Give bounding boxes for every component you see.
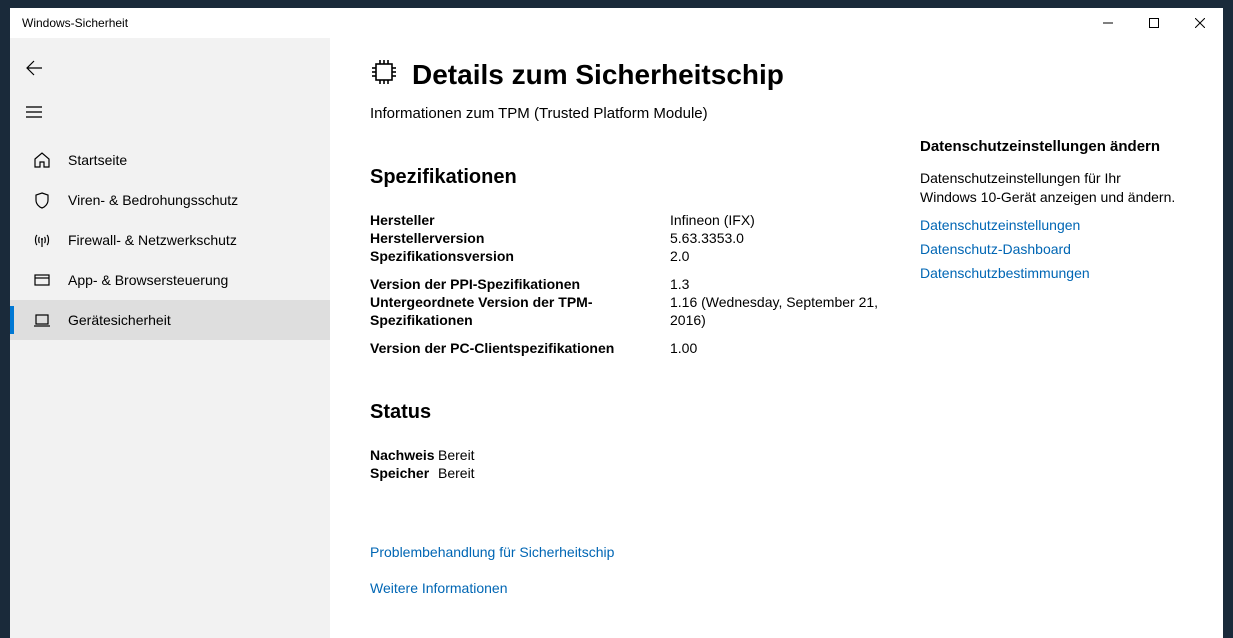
close-button[interactable] bbox=[1177, 8, 1223, 38]
spec-val: 1.3 bbox=[670, 275, 689, 293]
privacy-dashboard-link[interactable]: Datenschutz-Dashboard bbox=[920, 241, 1180, 257]
sidebar-item-home[interactable]: Startseite bbox=[10, 140, 330, 180]
spec-row: Untergeordnete Version der TPM-Spezifika… bbox=[370, 293, 900, 329]
status-val: Bereit bbox=[438, 464, 475, 482]
page-header: Details zum Sicherheitschip bbox=[370, 58, 900, 91]
sidebar-item-devicesecurity[interactable]: Gerätesicherheit bbox=[10, 300, 330, 340]
hamburger-button[interactable] bbox=[14, 94, 54, 130]
troubleshoot-link[interactable]: Problembehandlung für Sicherheitschip bbox=[370, 544, 900, 560]
main-column: Details zum Sicherheitschip Informatione… bbox=[370, 58, 900, 638]
sidebar-item-label: Gerätesicherheit bbox=[68, 312, 171, 328]
page-title: Details zum Sicherheitschip bbox=[412, 59, 784, 91]
close-icon bbox=[1195, 18, 1205, 28]
nav-list: Startseite Viren- & Bedrohungsschutz Fir… bbox=[10, 140, 330, 340]
hamburger-icon bbox=[26, 104, 42, 120]
aside-links: Datenschutzeinstellungen Datenschutz-Das… bbox=[920, 217, 1180, 281]
spec-key: Version der PC-Clientspezifikationen bbox=[370, 339, 670, 357]
page-subtitle: Informationen zum TPM (Trusted Platform … bbox=[370, 105, 900, 122]
app-browser-icon bbox=[32, 270, 52, 290]
maximize-button[interactable] bbox=[1131, 8, 1177, 38]
status-row: NachweisBereit bbox=[370, 446, 900, 464]
spec-key: Hersteller bbox=[370, 211, 670, 229]
privacy-policy-link[interactable]: Datenschutzbestimmungen bbox=[920, 265, 1180, 281]
spec-val: 2.0 bbox=[670, 247, 689, 265]
minimize-button[interactable] bbox=[1085, 8, 1131, 38]
sidebar-item-label: Viren- & Bedrohungsschutz bbox=[68, 192, 238, 208]
aside-heading: Datenschutzeinstellungen ändern bbox=[920, 138, 1180, 155]
more-info-link[interactable]: Weitere Informationen bbox=[370, 580, 900, 596]
spec-row: Version der PPI-Spezifikationen1.3 bbox=[370, 275, 900, 293]
sidebar-item-firewall[interactable]: Firewall- & Netzwerkschutz bbox=[10, 220, 330, 260]
sidebar-item-virus[interactable]: Viren- & Bedrohungsschutz bbox=[10, 180, 330, 220]
status-key: Nachweis bbox=[370, 446, 438, 464]
aside-column: Datenschutzeinstellungen ändern Datensch… bbox=[920, 58, 1180, 638]
aside-desc: Datenschutzeinstellungen für Ihr Windows… bbox=[920, 169, 1180, 207]
spec-key: Untergeordnete Version der TPM-Spezifika… bbox=[370, 293, 670, 329]
home-icon bbox=[32, 150, 52, 170]
specs-heading: Spezifikationen bbox=[370, 166, 900, 189]
back-button[interactable] bbox=[14, 50, 54, 86]
sidebar-item-label: Startseite bbox=[68, 152, 127, 168]
titlebar: Windows-Sicherheit bbox=[10, 8, 1223, 38]
window-controls bbox=[1085, 8, 1223, 38]
spec-key: Version der PPI-Spezifikationen bbox=[370, 275, 670, 293]
content-area: Startseite Viren- & Bedrohungsschutz Fir… bbox=[10, 38, 1223, 638]
spec-key: Herstellerversion bbox=[370, 229, 670, 247]
chip-icon bbox=[370, 58, 398, 91]
status-row: SpeicherBereit bbox=[370, 464, 900, 482]
maximize-icon bbox=[1149, 18, 1159, 28]
spec-val: 1.16 (Wednesday, September 21, 2016) bbox=[670, 293, 900, 329]
sidebar-item-label: Firewall- & Netzwerkschutz bbox=[68, 232, 237, 248]
status-key: Speicher bbox=[370, 464, 438, 482]
device-security-icon bbox=[32, 310, 52, 330]
privacy-settings-link[interactable]: Datenschutzeinstellungen bbox=[920, 217, 1180, 233]
spec-row: Herstellerversion5.63.3353.0 bbox=[370, 229, 900, 247]
status-val: Bereit bbox=[438, 446, 475, 464]
sidebar-item-appcontrol[interactable]: App- & Browsersteuerung bbox=[10, 260, 330, 300]
main-links: Problembehandlung für Sicherheitschip We… bbox=[370, 544, 900, 596]
main-panel: Details zum Sicherheitschip Informatione… bbox=[330, 38, 1223, 638]
antenna-icon bbox=[32, 230, 52, 250]
back-arrow-icon bbox=[26, 60, 42, 76]
sidebar-item-label: App- & Browsersteuerung bbox=[68, 272, 228, 288]
status-table: NachweisBereit SpeicherBereit bbox=[370, 446, 900, 482]
spec-key: Spezifikationsversion bbox=[370, 247, 670, 265]
spec-val: 5.63.3353.0 bbox=[670, 229, 744, 247]
spec-row: Version der PC-Clientspezifikationen1.00 bbox=[370, 339, 900, 357]
app-window: Windows-Sicherheit bbox=[10, 8, 1223, 638]
spec-row: HerstellerInfineon (IFX) bbox=[370, 211, 900, 229]
minimize-icon bbox=[1103, 18, 1113, 28]
spec-val: 1.00 bbox=[670, 339, 697, 357]
specs-table: HerstellerInfineon (IFX) Herstellerversi… bbox=[370, 211, 900, 357]
sidebar: Startseite Viren- & Bedrohungsschutz Fir… bbox=[10, 38, 330, 638]
window-title: Windows-Sicherheit bbox=[22, 16, 128, 30]
spec-val: Infineon (IFX) bbox=[670, 211, 755, 229]
spec-row: Spezifikationsversion2.0 bbox=[370, 247, 900, 265]
shield-icon bbox=[32, 190, 52, 210]
status-heading: Status bbox=[370, 401, 900, 424]
